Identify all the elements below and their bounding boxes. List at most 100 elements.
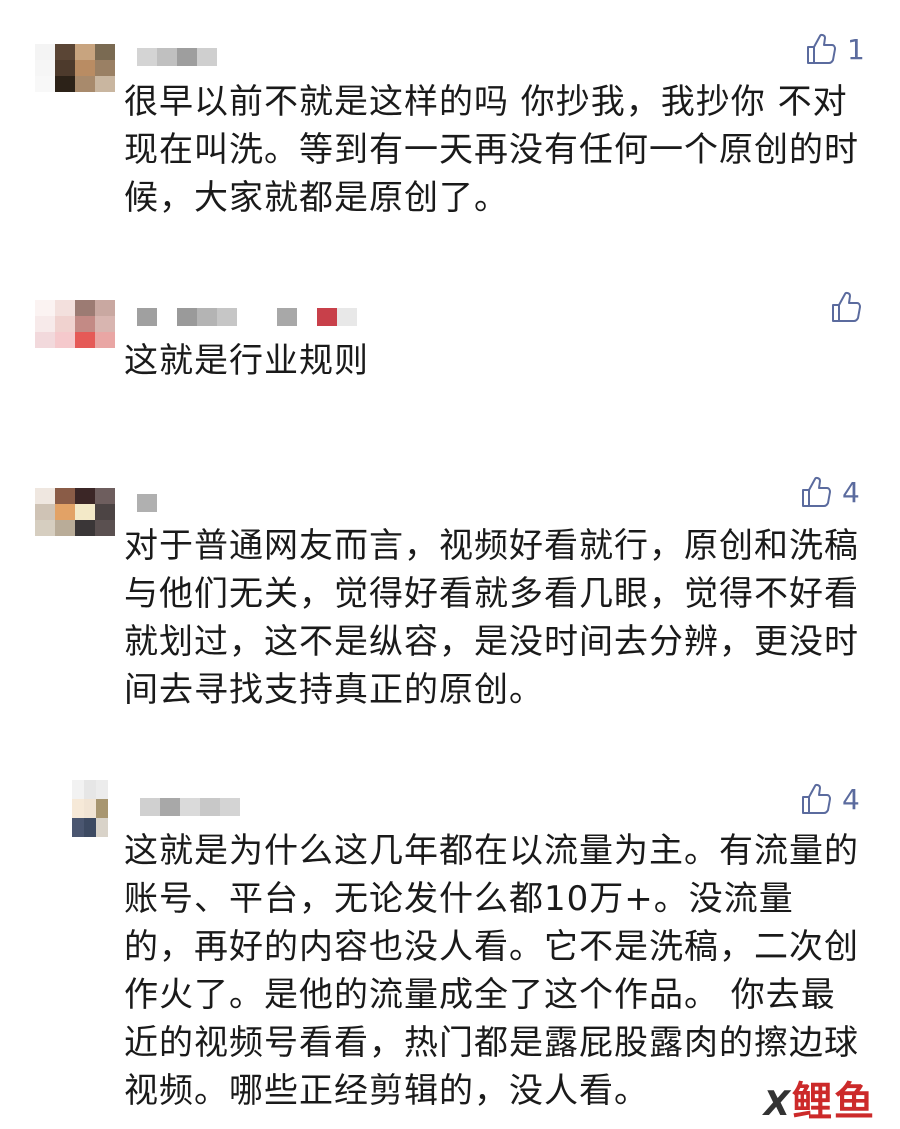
avatar-pixel <box>75 316 95 332</box>
avatar-pixel <box>55 60 75 76</box>
username-pixel <box>237 308 257 326</box>
avatar[interactable] <box>60 780 108 856</box>
avatar-pixel <box>95 60 115 76</box>
username[interactable] <box>137 48 217 66</box>
avatar-pixel <box>75 332 95 348</box>
username-pixel <box>137 48 157 66</box>
username-pixel <box>137 494 157 512</box>
avatar-pixel <box>55 348 75 364</box>
avatar-pixel <box>75 92 95 108</box>
avatar-pixel <box>35 92 55 108</box>
avatar-pixel <box>60 837 72 856</box>
username-pixel <box>220 798 240 816</box>
avatar-pixel <box>55 92 75 108</box>
like-button[interactable]: 4 <box>800 475 860 509</box>
avatar-pixel <box>35 44 55 60</box>
avatar-pixel <box>55 520 75 536</box>
username-pixel <box>177 308 197 326</box>
avatar-pixel <box>55 536 75 552</box>
username-pixel <box>177 48 197 66</box>
username-pixel <box>317 308 337 326</box>
avatar-pixel <box>60 818 72 837</box>
avatar-pixel <box>96 837 108 856</box>
avatar-pixel <box>75 488 95 504</box>
avatar-pixel <box>35 536 55 552</box>
avatar-pixel <box>72 837 84 856</box>
avatar-pixel <box>95 92 115 108</box>
avatar[interactable] <box>35 488 115 552</box>
username-pixel <box>157 48 177 66</box>
comment-text: 很早以前不就是这样的吗 你抄我，我抄你 不对 现在叫洗。等到有一天再没有任何一个… <box>124 82 859 218</box>
thumbs-up-icon <box>802 783 831 814</box>
avatar-pixel <box>55 44 75 60</box>
avatar-pixel <box>60 799 72 818</box>
avatar-pixel <box>75 536 95 552</box>
thumbs-up-icon <box>807 33 836 64</box>
avatar-pixel <box>95 76 115 92</box>
avatar-pixel <box>72 799 84 818</box>
avatar-pixel <box>35 348 55 364</box>
avatar-pixel <box>95 488 115 504</box>
avatar-pixel <box>95 44 115 60</box>
avatar-pixel <box>75 520 95 536</box>
watermark-text: 鲤鱼 <box>792 1079 876 1125</box>
like-button[interactable]: 1 <box>805 32 865 66</box>
avatar-pixel <box>95 348 115 364</box>
like-count: 1 <box>847 32 865 66</box>
avatar-pixel <box>35 76 55 92</box>
avatar-pixel <box>75 60 95 76</box>
username[interactable] <box>137 308 357 326</box>
avatar-pixel <box>75 348 95 364</box>
thumbs-up-icon <box>832 291 861 322</box>
avatar[interactable] <box>35 300 115 364</box>
thumbs-up-icon <box>802 476 831 507</box>
avatar-pixel <box>95 536 115 552</box>
avatar-pixel <box>75 504 95 520</box>
avatar-pixel <box>55 504 75 520</box>
comment-text: 这就是为什么这几年都在以流量为主。有流量的账号、平台，无论发什么都10万+。没流… <box>124 831 859 1111</box>
avatar-pixel <box>35 520 55 536</box>
avatar-pixel <box>60 780 72 799</box>
avatar-pixel <box>75 44 95 60</box>
username-pixel <box>200 798 220 816</box>
avatar-pixel <box>95 316 115 332</box>
username-pixel <box>197 308 217 326</box>
avatar-pixel <box>96 799 108 818</box>
avatar[interactable] <box>35 44 115 108</box>
avatar-pixel <box>55 316 75 332</box>
like-button[interactable] <box>830 290 872 324</box>
avatar-pixel <box>35 300 55 316</box>
avatar-pixel <box>35 316 55 332</box>
avatar-pixel <box>95 300 115 316</box>
like-button[interactable]: 4 <box>800 782 860 816</box>
username[interactable] <box>137 494 157 512</box>
avatar-pixel <box>95 504 115 520</box>
username-pixel <box>160 798 180 816</box>
username-pixel <box>180 798 200 816</box>
watermark-logo: X鲤鱼 <box>764 1069 876 1127</box>
watermark-prefix: X <box>763 1084 792 1124</box>
avatar-pixel <box>55 300 75 316</box>
username-pixel <box>157 308 177 326</box>
avatar-pixel <box>84 799 96 818</box>
avatar-pixel <box>96 780 108 799</box>
username[interactable] <box>140 798 240 816</box>
avatar-pixel <box>84 780 96 799</box>
avatar-pixel <box>35 332 55 348</box>
avatar-pixel <box>55 332 75 348</box>
avatar-pixel <box>72 780 84 799</box>
username-pixel <box>197 48 217 66</box>
avatar-pixel <box>95 332 115 348</box>
like-count: 4 <box>842 782 860 816</box>
avatar-pixel <box>75 300 95 316</box>
username-pixel <box>217 308 237 326</box>
avatar-pixel <box>35 60 55 76</box>
like-count: 4 <box>842 475 860 509</box>
avatar-pixel <box>35 504 55 520</box>
avatar-pixel <box>95 520 115 536</box>
comment-text: 这就是行业规则 <box>124 341 369 381</box>
username-pixel <box>297 308 317 326</box>
username-pixel <box>137 308 157 326</box>
username-pixel <box>140 798 160 816</box>
avatar-pixel <box>84 837 96 856</box>
